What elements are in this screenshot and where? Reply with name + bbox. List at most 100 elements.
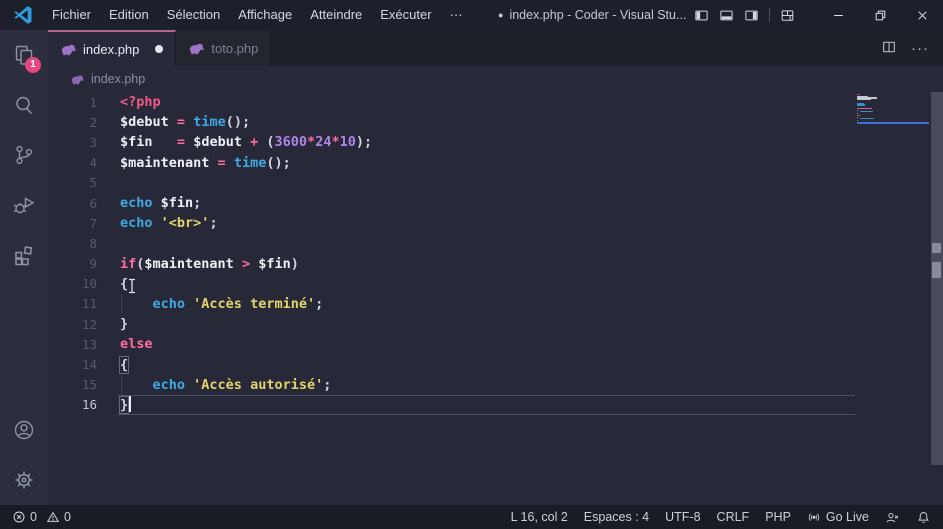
menu-affichage[interactable]: Affichage (229, 0, 301, 30)
split-editor-icon[interactable] (881, 39, 897, 58)
menu-more[interactable]: ··· (441, 0, 472, 30)
modified-dot[interactable] (155, 45, 164, 53)
activitybar-run-debug-icon[interactable] (0, 180, 48, 230)
menu-fichier[interactable]: Fichier (43, 0, 100, 30)
code-line-4[interactable]: 4 $maintenant = time(); (48, 153, 943, 173)
status-go-live[interactable]: Go Live (807, 510, 869, 524)
php-file-icon (188, 41, 205, 55)
code-line-6[interactable]: 6 echo $fin; (48, 193, 943, 213)
problems-indicator[interactable]: 0 0 (12, 510, 71, 524)
line-content: { (118, 355, 130, 374)
status-label: CRLF (716, 510, 750, 524)
warning-icon (46, 511, 60, 522)
line-number: 5 (89, 175, 97, 191)
line-content: $maintenant = time(); (120, 154, 291, 171)
menu-ex-cuter[interactable]: Exécuter (371, 0, 440, 30)
line-number: 11 (81, 296, 97, 312)
status-php[interactable]: PHP (765, 510, 791, 524)
minimap-line (859, 111, 874, 113)
window-title: ● index.php - Coder - Visual Stu... (498, 0, 686, 30)
line-number: 14 (81, 357, 97, 373)
activitybar-extensions-icon[interactable] (0, 230, 48, 280)
warning-count: 0 (63, 510, 71, 524)
menu-s-lection[interactable]: Sélection (158, 0, 229, 30)
activitybar-search-icon[interactable] (0, 80, 48, 130)
code-line-16[interactable]: 16} (48, 394, 943, 415)
editor-scrollbar[interactable] (931, 92, 943, 465)
bell-icon[interactable] (916, 510, 931, 525)
toggle-panel-icon[interactable] (719, 8, 734, 23)
feedback-icon[interactable] (885, 510, 900, 525)
activity-bar-top: 1 (0, 30, 48, 280)
customize-layout-icon[interactable] (780, 8, 795, 23)
restore-button[interactable] (859, 0, 901, 30)
code-line-14[interactable]: 14 { (48, 354, 943, 374)
scrollbar-marker (932, 243, 941, 253)
menu-bar: Fichier Edition Sélection Affichage Atteindr… (43, 0, 472, 30)
code-line-1[interactable]: 1 <?php (48, 92, 943, 112)
tabs: index.php toto.php (48, 30, 272, 66)
minimap-line (857, 99, 871, 101)
line-number: 1 (89, 94, 97, 110)
status-bar: 0 0 L 16, col 2 Espaces : 4 UTF-8 CRLF PHP Go… (0, 505, 943, 529)
line-content: echo 'Accès terminé'; (152, 295, 324, 312)
line-content: } (120, 316, 129, 333)
vscode-logo-icon (14, 6, 32, 24)
code-line-9[interactable]: 9 if($maintenant > $fin) (48, 254, 943, 274)
code-line-12[interactable]: 12} (48, 314, 943, 334)
code-editor[interactable]: 1 <?php 2 $debut = time(); 3 $fin = $debut + … (48, 92, 943, 505)
breadcrumb-file: index.php (91, 72, 146, 86)
tab-index-php[interactable]: index.php (48, 30, 177, 66)
line-number: 16 (81, 397, 97, 413)
line-content: <?php (120, 94, 161, 111)
minimap-line (857, 94, 861, 96)
more-actions-icon[interactable]: ··· (911, 40, 929, 57)
activitybar-account-icon[interactable] (0, 405, 48, 455)
line-content: echo '<br>'; (120, 215, 218, 232)
current-line-highlight (118, 394, 855, 415)
line-number: 6 (89, 195, 97, 211)
line-number: 13 (81, 336, 97, 352)
line-content: $fin = $debut + (3600*24*10); (120, 134, 373, 151)
line-number: 15 (81, 377, 97, 393)
code-line-8[interactable]: 8 (48, 233, 943, 253)
code-line-7[interactable]: 7 echo '<br>'; (48, 213, 943, 233)
code-line-11[interactable]: 11 echo 'Accès terminé'; (48, 293, 943, 315)
code-line-15[interactable]: 15 echo 'Accès autorisé'; (48, 374, 943, 395)
breadcrumb[interactable]: index.php (48, 66, 943, 92)
toggle-secondary-sidebar-icon[interactable] (744, 8, 759, 23)
code-line-13[interactable]: 13 else (48, 334, 943, 354)
line-number: 10 (81, 276, 97, 292)
code-line-2[interactable]: 2 $debut = time(); (48, 112, 943, 132)
activitybar-settings-icon[interactable] (0, 455, 48, 505)
menu-atteindre[interactable]: Atteindre (301, 0, 371, 30)
line-content: if($maintenant > $fin) (120, 255, 299, 272)
minimap[interactable] (857, 94, 929, 125)
editor-actions: ··· (881, 30, 943, 66)
status-left: 0 0 (12, 510, 71, 524)
status-espaces-4[interactable]: Espaces : 4 (584, 510, 649, 524)
code-line-5[interactable]: 5 (48, 173, 943, 193)
php-file-icon (60, 42, 77, 56)
menu-edition[interactable]: Edition (100, 0, 158, 30)
minimap-line (857, 104, 865, 106)
status-l-16-col-2[interactable]: L 16, col 2 (511, 510, 568, 524)
line-number: 7 (89, 215, 97, 231)
status-label: UTF-8 (665, 510, 701, 524)
scrollbar-marker (932, 262, 941, 278)
close-button[interactable] (901, 0, 943, 30)
minimize-button[interactable] (817, 0, 859, 30)
tab-toto-php[interactable]: toto.php (176, 30, 272, 66)
activitybar-source-control-icon[interactable] (0, 130, 48, 180)
line-number: 8 (89, 235, 97, 251)
toggle-sidebar-icon[interactable] (694, 8, 709, 23)
activitybar-explorer-icon[interactable]: 1 (0, 30, 48, 80)
minimap-line (857, 109, 858, 111)
vscode-window: Fichier Edition Sélection Affichage Atteindr… (0, 0, 943, 529)
status-utf-8[interactable]: UTF-8 (665, 510, 700, 524)
status-crlf[interactable]: CRLF (717, 510, 750, 524)
code-line-3[interactable]: 3 $fin = $debut + (3600*24*10); (48, 132, 943, 152)
minimap-line (857, 107, 872, 109)
code-line-10[interactable]: 10{ (48, 274, 943, 294)
error-count: 0 (30, 510, 37, 524)
